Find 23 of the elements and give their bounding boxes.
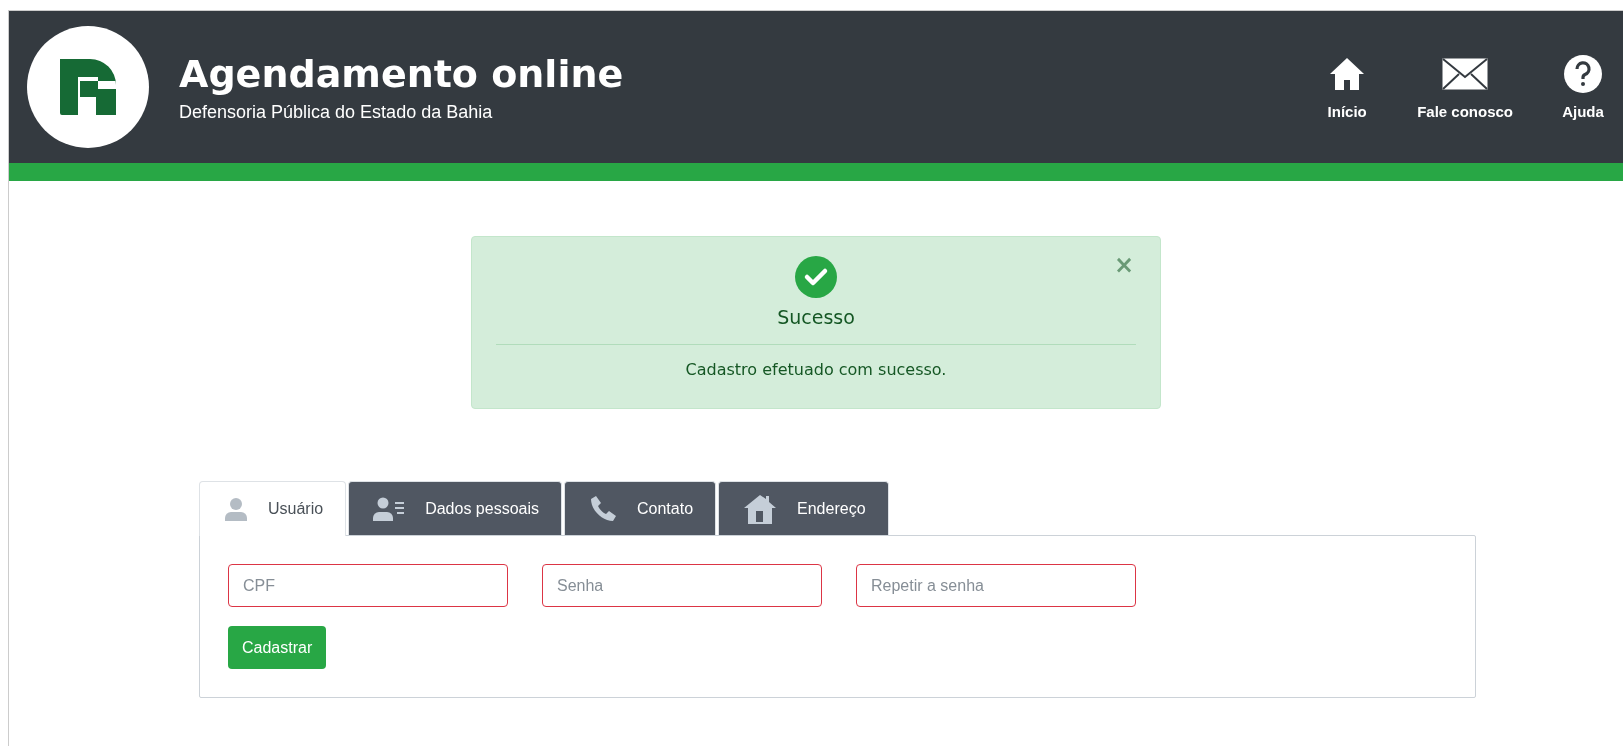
tab[interactable]: Endereço [718, 481, 889, 535]
input-field[interactable]: Senha [542, 564, 822, 607]
input-field[interactable]: CPF [228, 564, 508, 607]
tab[interactable]: Usuário [199, 481, 347, 536]
input-field[interactable]: Repetir a senha [856, 564, 1136, 607]
site-title: Agendamento online [179, 51, 625, 98]
nav-label[interactable]: Início [1327, 102, 1367, 120]
alert-title: Sucesso [777, 305, 855, 330]
nav-link[interactable]: Fale conosco [1417, 54, 1513, 120]
tab[interactable]: Contato [564, 481, 717, 535]
contact-card-icon [373, 496, 406, 521]
nav-label[interactable]: Fale conosco [1417, 102, 1513, 120]
site-subtitle: Defensoria Pública do Estado da Bahia [179, 101, 494, 124]
user-icon [224, 497, 248, 521]
nav-label[interactable]: Ajuda [1562, 102, 1604, 120]
nav-link[interactable]: Ajuda [1543, 54, 1623, 120]
help-icon [1564, 54, 1602, 93]
check-icon [795, 256, 837, 298]
nav-link[interactable]: Início [1307, 54, 1388, 120]
house-icon [743, 493, 778, 524]
alert-message: Cadastro efetuado com sucesso. [685, 359, 947, 381]
tab[interactable]: Dados pessoais [348, 481, 562, 535]
phone-icon [589, 494, 617, 523]
